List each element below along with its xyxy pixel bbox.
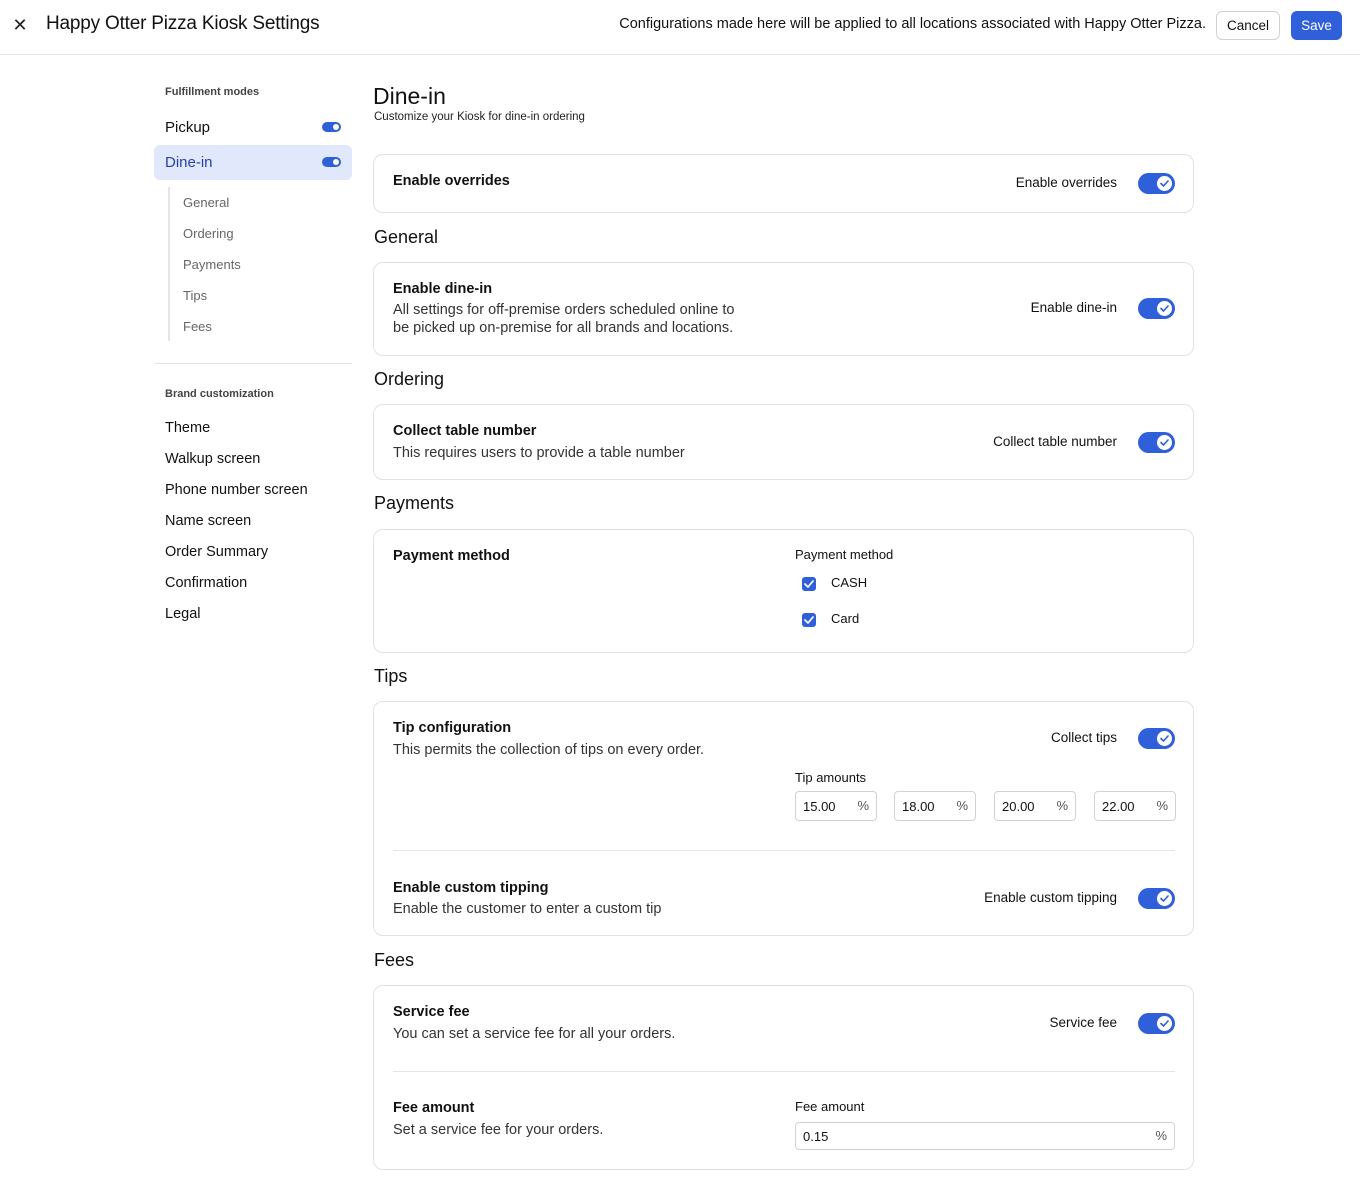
sidebar-item-dine-in[interactable]: Dine-in bbox=[154, 145, 352, 180]
fee-amount-input[interactable]: % bbox=[795, 1122, 1175, 1150]
sidebar-divider bbox=[154, 363, 352, 364]
service-fee-desc: You can set a service fee for all your o… bbox=[393, 1026, 676, 1042]
tip-amounts-label: Tip amounts bbox=[795, 770, 867, 785]
overrides-toggle-label: Enable overrides bbox=[1015, 175, 1117, 190]
tip-amount-input-2[interactable]: % bbox=[894, 791, 976, 821]
overrides-card: Enable overrides Enable overrides bbox=[373, 154, 1194, 213]
sidebar-item-order-summary[interactable]: Order Summary bbox=[165, 544, 268, 560]
tip-amount-value[interactable] bbox=[902, 798, 946, 815]
check-icon bbox=[1157, 176, 1172, 191]
tips-card: Tip configuration This permits the colle… bbox=[373, 701, 1194, 936]
fee-amount-title: Fee amount bbox=[393, 1100, 475, 1116]
enable-dine-in-desc-1: All settings for off-premise orders sche… bbox=[393, 302, 735, 318]
service-fee-title: Service fee bbox=[393, 1004, 470, 1020]
custom-tipping-toggle[interactable] bbox=[1138, 888, 1175, 909]
collect-table-number-title: Collect table number bbox=[393, 423, 537, 439]
collect-table-number-toggle-label: Collect table number bbox=[993, 434, 1117, 449]
fulfillment-modes-label: Fulfillment modes bbox=[165, 86, 260, 98]
tip-amount-value[interactable] bbox=[803, 798, 847, 815]
collect-table-number-toggle[interactable] bbox=[1138, 432, 1175, 453]
check-icon bbox=[1157, 731, 1172, 746]
sub-nav-general[interactable]: General bbox=[183, 195, 229, 210]
custom-tipping-desc: Enable the customer to enter a custom ti… bbox=[393, 901, 662, 917]
check-icon bbox=[1157, 301, 1172, 316]
sidebar-item-label: Pickup bbox=[165, 119, 211, 136]
section-fees: Fees bbox=[374, 950, 415, 970]
card-label: Card bbox=[831, 611, 860, 626]
tips-divider bbox=[393, 850, 1175, 851]
tip-amount-value[interactable] bbox=[1002, 798, 1046, 815]
custom-tipping-title: Enable custom tipping bbox=[393, 880, 549, 896]
top-bar: ✕ Happy Otter Pizza Kiosk Settings Confi… bbox=[0, 0, 1360, 55]
close-icon[interactable]: ✕ bbox=[10, 14, 30, 36]
main-title: Dine-in bbox=[373, 83, 446, 109]
tip-configuration-desc: This permits the collection of tips on e… bbox=[393, 742, 705, 758]
save-button[interactable]: Save bbox=[1291, 11, 1342, 40]
collect-tips-toggle-label: Collect tips bbox=[1050, 730, 1117, 745]
sub-nav-line bbox=[168, 187, 170, 341]
sidebar-item-label: Dine-in bbox=[165, 154, 213, 171]
fees-divider bbox=[393, 1071, 1175, 1072]
collect-table-number-desc: This requires users to provide a table n… bbox=[393, 445, 685, 461]
enable-dine-in-toggle-label: Enable dine-in bbox=[1030, 300, 1117, 315]
sidebar-item-legal[interactable]: Legal bbox=[165, 606, 200, 622]
fees-card: Service fee You can set a service fee fo… bbox=[373, 985, 1194, 1170]
service-fee-toggle[interactable] bbox=[1138, 1013, 1175, 1034]
cash-label: CASH bbox=[831, 575, 868, 590]
fee-amount-field-label: Fee amount bbox=[795, 1099, 865, 1114]
dine-in-toggle[interactable] bbox=[322, 157, 341, 167]
enable-dine-in-toggle[interactable] bbox=[1138, 298, 1175, 319]
overrides-title: Enable overrides bbox=[393, 173, 510, 189]
tip-configuration-title: Tip configuration bbox=[393, 720, 512, 736]
section-general: General bbox=[374, 227, 439, 247]
tip-amount-input-3[interactable]: % bbox=[994, 791, 1076, 821]
sidebar-item-walkup-screen[interactable]: Walkup screen bbox=[165, 451, 260, 467]
percent-suffix: % bbox=[1156, 798, 1168, 813]
fee-amount-desc: Set a service fee for your orders. bbox=[393, 1122, 604, 1138]
card-checkbox[interactable] bbox=[802, 613, 816, 627]
check-icon bbox=[1157, 435, 1172, 450]
overrides-toggle[interactable] bbox=[1138, 173, 1175, 194]
percent-suffix: % bbox=[1155, 1128, 1167, 1143]
percent-suffix: % bbox=[956, 798, 968, 813]
check-icon bbox=[1157, 891, 1172, 906]
cancel-button[interactable]: Cancel bbox=[1216, 11, 1280, 40]
tip-amount-input-1[interactable]: % bbox=[795, 791, 877, 821]
collect-tips-toggle[interactable] bbox=[1138, 728, 1175, 749]
sub-nav-tips[interactable]: Tips bbox=[183, 288, 207, 303]
cash-checkbox[interactable] bbox=[802, 577, 816, 591]
payment-method-title: Payment method bbox=[393, 548, 510, 564]
sidebar-item-name-screen[interactable]: Name screen bbox=[165, 513, 251, 529]
main-subtitle: Customize your Kiosk for dine-in orderin… bbox=[374, 111, 585, 123]
brand-customization-label: Brand customization bbox=[165, 388, 274, 400]
ordering-card: Collect table number This requires users… bbox=[373, 404, 1194, 480]
service-fee-toggle-label: Service fee bbox=[1049, 1015, 1117, 1030]
sub-nav-fees[interactable]: Fees bbox=[183, 319, 212, 334]
page-title: Happy Otter Pizza Kiosk Settings bbox=[46, 13, 320, 34]
pickup-toggle[interactable] bbox=[322, 122, 341, 132]
payment-method-field-label: Payment method bbox=[795, 547, 894, 562]
sidebar-item-theme[interactable]: Theme bbox=[165, 420, 210, 436]
general-card: Enable dine-in All settings for off-prem… bbox=[373, 262, 1194, 356]
sidebar-item-phone-number-screen[interactable]: Phone number screen bbox=[165, 482, 308, 498]
check-icon bbox=[1157, 1016, 1172, 1031]
sidebar-item-confirmation[interactable]: Confirmation bbox=[165, 575, 247, 591]
fee-amount-value[interactable] bbox=[803, 1128, 1103, 1145]
section-tips: Tips bbox=[374, 666, 408, 686]
section-ordering: Ordering bbox=[374, 369, 445, 389]
custom-tipping-toggle-label: Enable custom tipping bbox=[984, 890, 1117, 905]
header-note: Configurations made here will be applied… bbox=[619, 16, 1206, 32]
tip-amount-input-4[interactable]: % bbox=[1094, 791, 1176, 821]
sub-nav-ordering[interactable]: Ordering bbox=[183, 226, 234, 241]
percent-suffix: % bbox=[857, 798, 869, 813]
payments-card: Payment method Payment method CASH Card bbox=[373, 529, 1194, 653]
sub-nav-payments[interactable]: Payments bbox=[183, 257, 241, 272]
section-payments: Payments bbox=[374, 493, 455, 513]
tip-amount-value[interactable] bbox=[1102, 798, 1146, 815]
enable-dine-in-desc-2: be picked up on-premise for all brands a… bbox=[393, 320, 734, 336]
sidebar-item-pickup[interactable]: Pickup bbox=[154, 110, 352, 145]
enable-dine-in-title: Enable dine-in bbox=[393, 281, 493, 297]
percent-suffix: % bbox=[1056, 798, 1068, 813]
